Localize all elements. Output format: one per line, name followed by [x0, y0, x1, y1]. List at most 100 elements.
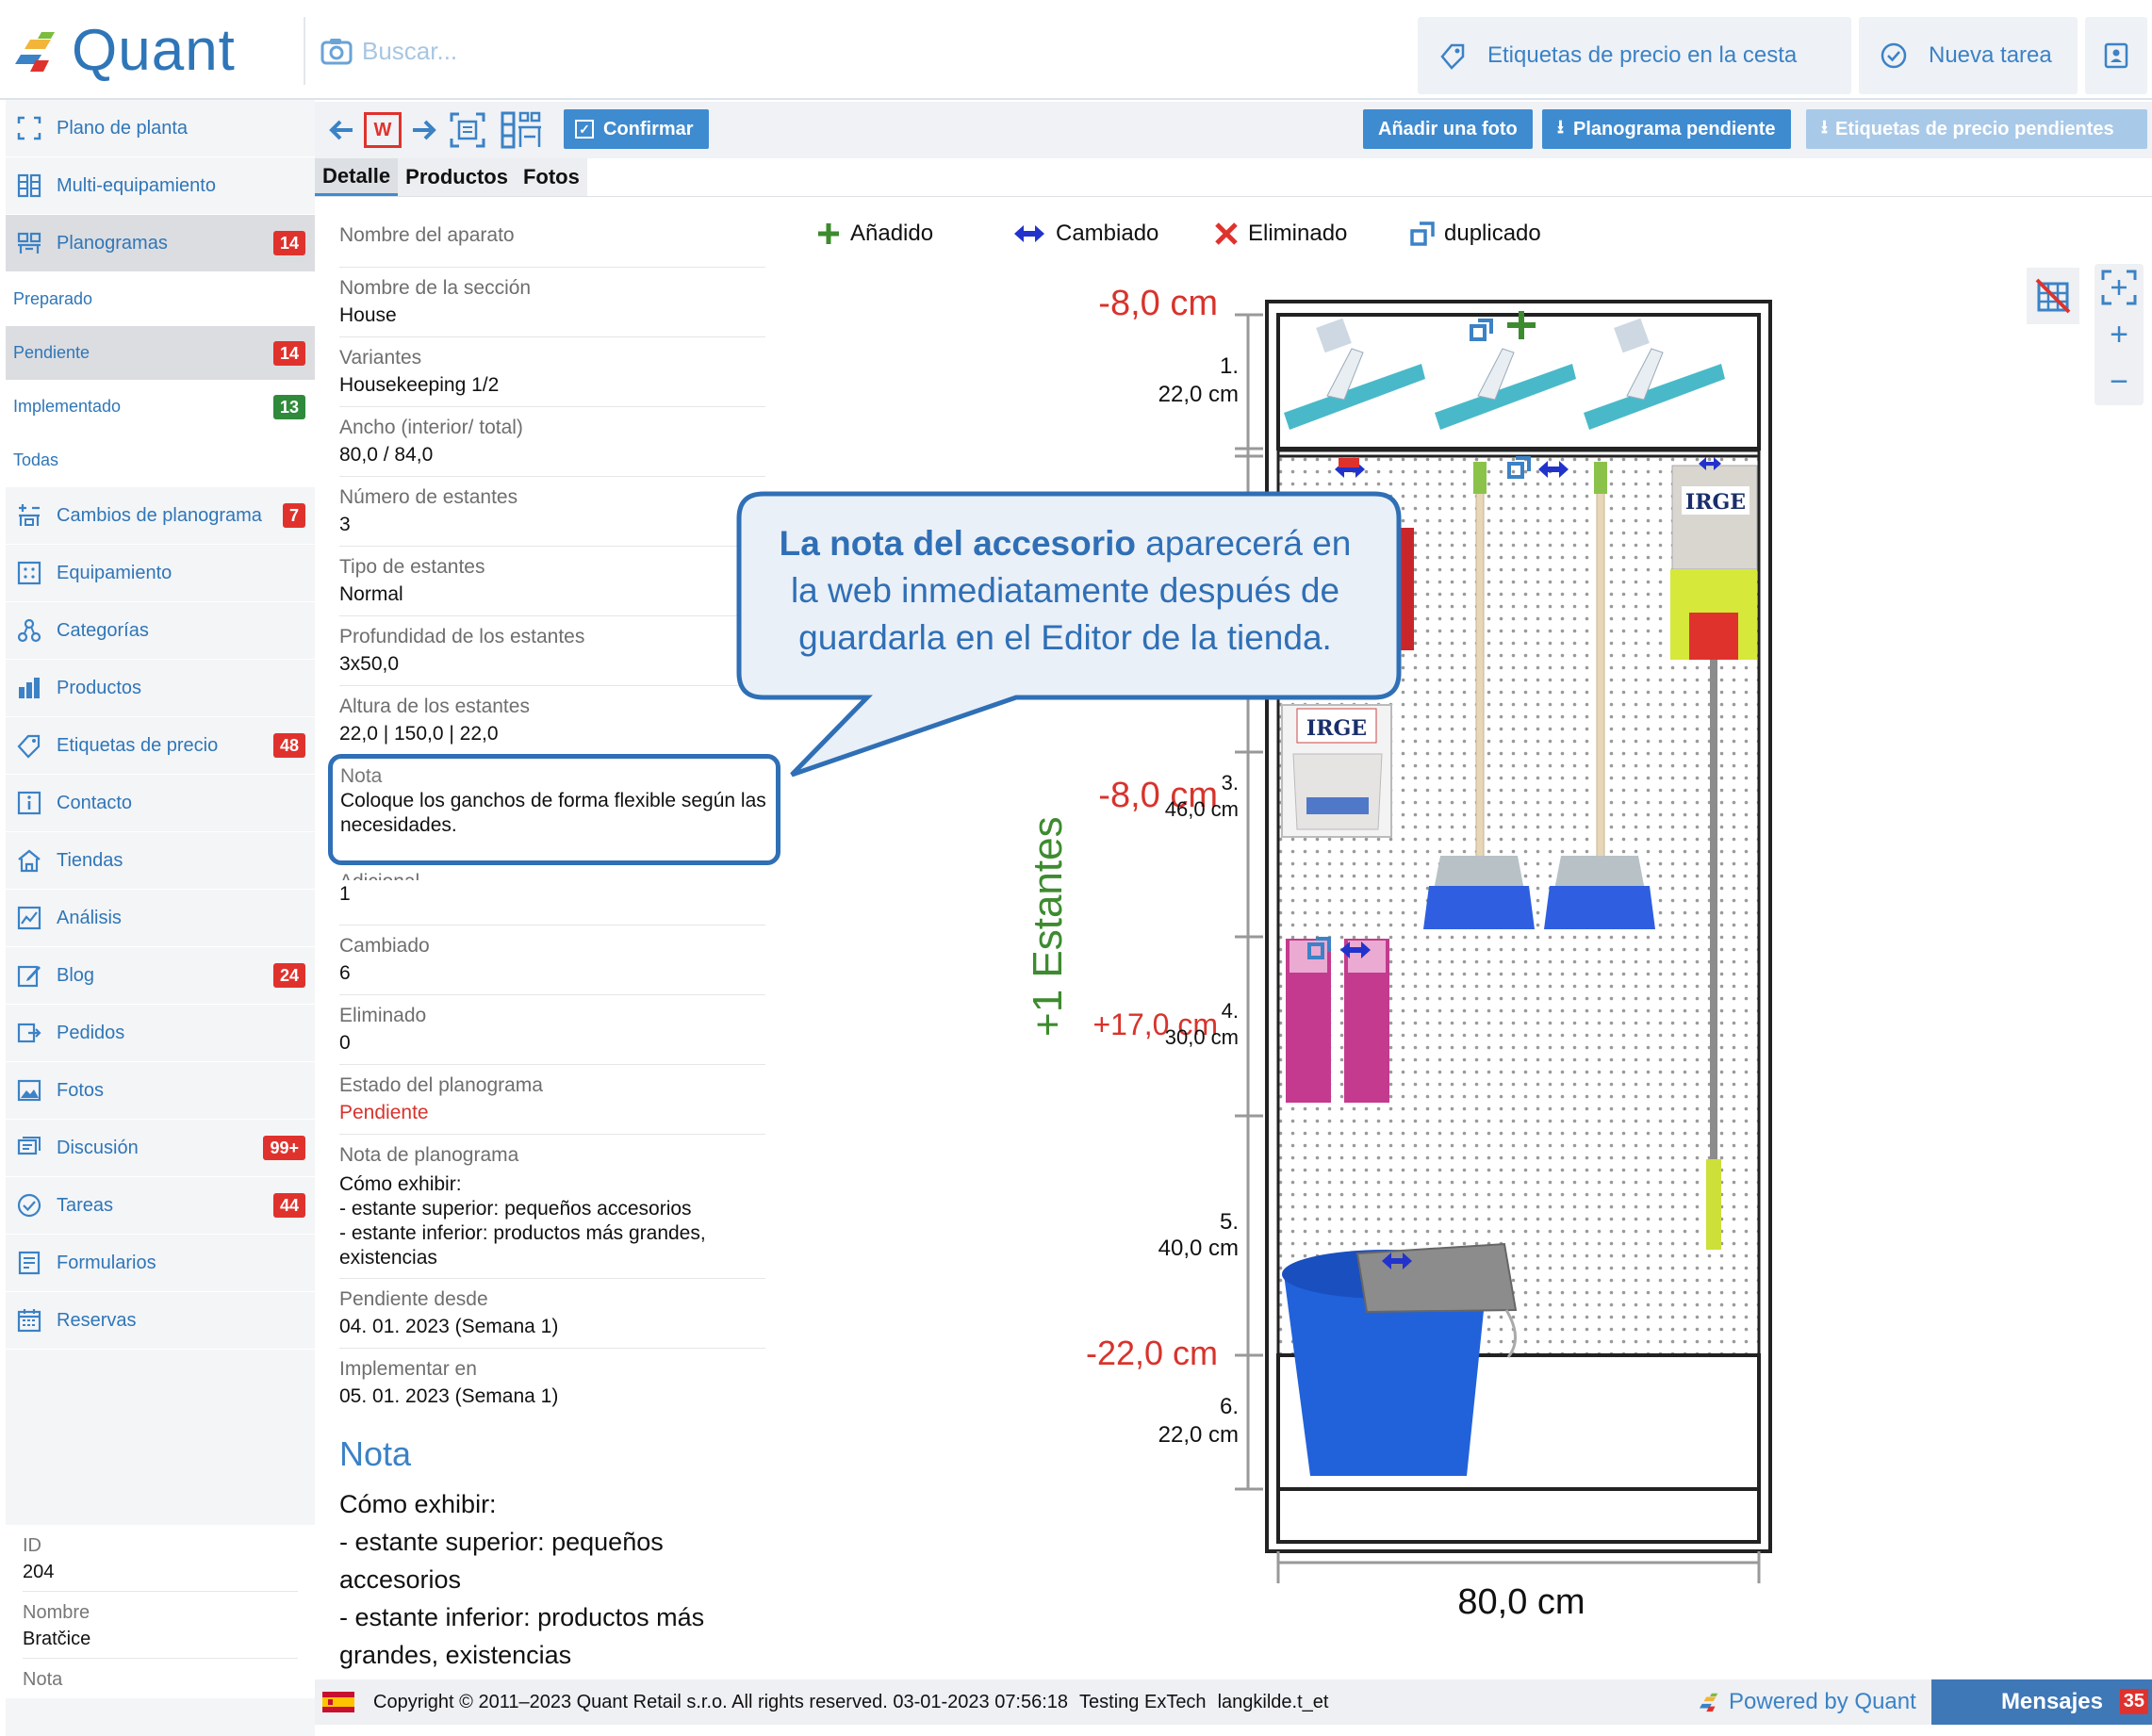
sidebar-item-tiendas[interactable]: Tiendas	[6, 832, 315, 890]
divider	[315, 196, 2152, 197]
detail-field: Número de estantes 3	[339, 477, 765, 547]
field-value: Housekeeping 1/2	[339, 374, 500, 396]
sidebar-item-productos[interactable]: Productos	[6, 660, 315, 717]
edit-icon	[15, 961, 43, 990]
sidebar-item-categorias[interactable]: Categorías	[6, 602, 315, 660]
sidebar-item-label: Fotos	[57, 1079, 105, 1101]
shelf-number: 6.	[1220, 1394, 1239, 1419]
pending-planogram-button[interactable]: ⭳ Planograma pendiente	[1542, 109, 1791, 149]
count-badge: 13	[272, 394, 305, 419]
sidebar-item-equipamiento[interactable]: Equipamiento	[6, 545, 315, 602]
sidebar-item-label: Tareas	[57, 1194, 114, 1216]
shelf-delta-label: -8,0 cm	[1098, 776, 1218, 815]
shelf-delta-label: -22,0 cm	[1086, 1334, 1218, 1372]
app-name: Quant	[72, 18, 236, 83]
sidebar-item-blog[interactable]: Blog 24	[6, 947, 315, 1005]
pending-price-tags-label: Etiquetas de precio pendientes	[1835, 118, 2114, 139]
sidebar-subitem-implementado[interactable]: Implementado 13	[6, 380, 315, 434]
sidebar-item-cambios-de-planograma[interactable]: Cambios de planograma 7	[6, 487, 315, 545]
confirm-button[interactable]: ✓ Confirmar	[564, 109, 709, 149]
sidebar-item-etiquetas-de-precio[interactable]: Etiquetas de precio 48	[6, 717, 315, 775]
callout-bold: La nota del accesorio	[779, 524, 1137, 563]
new-task-button[interactable]: Nueva tarea	[1859, 17, 2078, 94]
callout-rest: aparecerá en	[1136, 524, 1352, 563]
count-badge: 99+	[263, 1136, 305, 1160]
tab-bar: Detalle Productos Fotos	[315, 158, 587, 196]
field-label: Nota de planograma	[339, 1144, 519, 1166]
shelf-number: 3.	[1222, 771, 1239, 794]
shelf-height: 30,0 cm	[1165, 1025, 1239, 1049]
note-body: Cómo exhibir: - estante superior: pequeñ…	[339, 1485, 735, 1674]
sidebar-item-contacto[interactable]: Contacto	[6, 775, 315, 832]
sidebar-subitem-pendiente[interactable]: Pendiente 14	[6, 326, 315, 380]
price-tag-icon	[15, 731, 43, 760]
sidebar-item-reservas[interactable]: Reservas	[6, 1292, 315, 1350]
changed-marker	[1382, 1253, 1412, 1269]
fullscreen-button[interactable]	[2095, 264, 2144, 311]
sidebar-item-pedidos[interactable]: Pedidos	[6, 1005, 315, 1062]
messages-button[interactable]: Mensajes 35	[1931, 1679, 2152, 1725]
duplicate-marker	[1507, 456, 1531, 479]
brand-label: IRGE	[1306, 716, 1367, 741]
powered-by-label: Powered by Quant	[1729, 1689, 1916, 1714]
tab-productos[interactable]: Productos	[398, 158, 516, 196]
field-value: 0	[339, 1032, 351, 1054]
highlighted-note-field: Nota Coloque los ganchos de forma flexib…	[328, 754, 780, 865]
price-tags-basket-button[interactable]: Etiquetas de precio en la cesta	[1418, 17, 1851, 94]
planogram-layout-icon[interactable]	[500, 109, 543, 151]
squeegee-product	[1584, 318, 1725, 430]
user-profile-button[interactable]	[2085, 17, 2147, 94]
note-line: - estante superior: pequeños accesorios	[339, 1198, 692, 1220]
zoom-out-button[interactable]: −	[2095, 358, 2144, 405]
search-input[interactable]: Buscar...	[320, 28, 457, 74]
spain-flag-icon[interactable]	[322, 1692, 354, 1712]
camera-icon[interactable]	[320, 37, 353, 65]
minus-icon: −	[2110, 363, 2128, 400]
tab-fotos[interactable]: Fotos	[515, 158, 587, 196]
shelf-height: 40,0 cm	[1158, 1236, 1239, 1261]
sidebar-item-label: Productos	[57, 677, 142, 698]
removed-marker	[1339, 458, 1359, 467]
duplicate-marker	[1470, 319, 1493, 341]
sidebar-item-label: Discusión	[57, 1137, 139, 1158]
sidebar-item-analisis[interactable]: Análisis	[6, 890, 315, 947]
detail-field: Ancho (interior/ total) 80,0 / 84,0	[339, 407, 765, 477]
powered-by-link[interactable]: Powered by Quant	[1699, 1679, 1916, 1725]
sidebar-item-planogramas[interactable]: Planogramas 14	[6, 215, 315, 272]
field-value: 04. 01. 2023 (Semana 1)	[339, 1316, 559, 1337]
sidebar-item-fotos[interactable]: Fotos	[6, 1062, 315, 1120]
sidebar-subitem-preparado[interactable]: Preparado	[6, 272, 315, 326]
field-value: 3	[339, 514, 351, 535]
legend-changed: Cambiado	[1012, 217, 1158, 251]
sidebar-item-tareas[interactable]: Tareas 44	[6, 1177, 315, 1235]
top-bar: Quant Buscar... Etiquetas de precio en l…	[0, 0, 2152, 100]
store-name-value: Bratčice	[23, 1629, 91, 1649]
fit-view-icon[interactable]	[449, 109, 486, 151]
sidebar-item-plano-de-planta[interactable]: Plano de planta	[6, 100, 315, 157]
hide-grid-button[interactable]	[2027, 268, 2079, 324]
quant-logo[interactable]: Quant	[13, 21, 236, 81]
arrow-left-icon[interactable]	[328, 109, 354, 151]
legend-removed: Eliminado	[1214, 217, 1347, 251]
add-photo-button[interactable]: Añadir una foto	[1363, 109, 1533, 149]
quant-logo-icon	[15, 32, 55, 72]
arrow-right-icon[interactable]	[411, 109, 437, 151]
wall-toggle-button[interactable]: W	[364, 109, 402, 151]
sidebar-item-multi-equipamiento[interactable]: Multi-equipamiento	[6, 157, 315, 215]
sidebar-subitem-label: Preparado	[13, 289, 93, 308]
tab-detalle[interactable]: Detalle	[315, 158, 399, 196]
planogram-status-field: Estado del planograma Pendiente	[339, 1065, 765, 1135]
discussion-icon	[15, 1134, 43, 1162]
field-label: Adicional	[339, 869, 765, 880]
field-value: Coloque los ganchos de forma flexible se…	[340, 790, 766, 836]
sidebar-item-formularios[interactable]: Formularios	[6, 1235, 315, 1292]
field-value: 3x50,0	[339, 653, 400, 675]
pending-price-tags-button[interactable]: ⭳ Etiquetas de precio pendientes	[1806, 109, 2147, 149]
sidebar-subitem-todas[interactable]: Todas	[6, 434, 315, 487]
count-badge: 14	[272, 340, 305, 366]
zoom-in-button[interactable]: +	[2095, 311, 2144, 358]
count-badge: 24	[272, 963, 305, 988]
products-icon	[15, 674, 43, 702]
legend-added: Añadido	[816, 217, 933, 251]
sidebar-item-discusion[interactable]: Discusión 99+	[6, 1120, 315, 1177]
